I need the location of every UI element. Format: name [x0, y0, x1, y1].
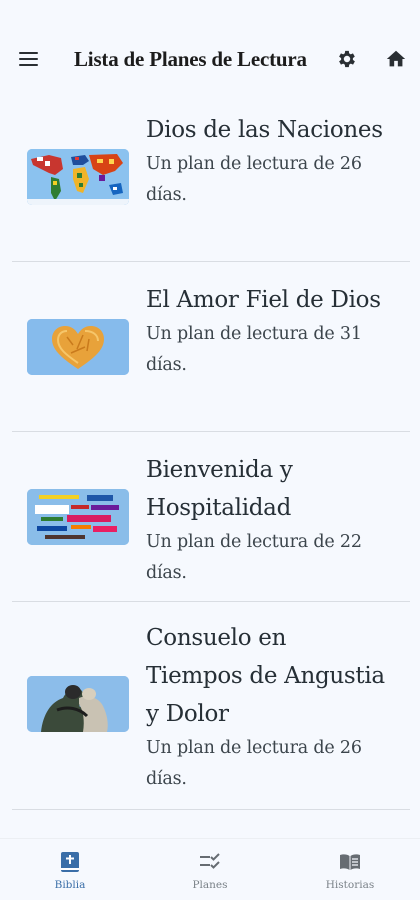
nav-label: Historias	[325, 879, 375, 891]
menu-icon	[19, 52, 38, 55]
menu-button[interactable]	[14, 44, 44, 74]
nav-label: Biblia	[54, 879, 86, 891]
home-button[interactable]	[381, 44, 411, 74]
plan-text: Bienvenida y Hospitalidad Un plan de lec…	[146, 451, 386, 589]
plan-thumbnail-world-map	[27, 149, 129, 205]
nav-planes[interactable]: Planes	[160, 839, 260, 900]
nav-biblia[interactable]: Biblia	[20, 839, 120, 900]
plan-title: El Amor Fiel de Dios	[146, 287, 381, 313]
plan-title: Consuelo en Tiempos de Angustia y Dolor	[146, 625, 385, 727]
menu-icon-line	[19, 58, 38, 61]
plan-item-consuelo-en-tiempos[interactable]: Consuelo en Tiempos de Angustia y Dolor …	[12, 602, 410, 810]
nav-label: Planes	[192, 879, 228, 891]
plan-title: Bienvenida y Hospitalidad	[146, 457, 293, 521]
bible-icon	[61, 852, 79, 872]
world-map-image	[27, 149, 129, 205]
home-icon	[386, 50, 406, 67]
gear-icon	[339, 50, 355, 68]
menu-icon-line	[19, 64, 38, 67]
embrace-illustration-image	[27, 676, 129, 732]
page-title: Lista de Planes de Lectura	[74, 47, 307, 71]
plan-item-dios-de-las-naciones[interactable]: Dios de las Naciones Un plan de lectura …	[12, 92, 410, 262]
plan-list: Dios de las Naciones Un plan de lectura …	[12, 92, 410, 810]
plan-thumbnail-heart	[27, 319, 129, 375]
plan-text: Consuelo en Tiempos de Angustia y Dolor …	[146, 619, 386, 795]
checklist-icon	[200, 853, 220, 869]
bottom-navigation: Biblia Planes Historias	[0, 838, 420, 900]
plan-thumbnail-embrace	[27, 676, 129, 732]
welcome-word-cloud-image	[27, 489, 129, 545]
plan-item-el-amor-fiel-de-dios[interactable]: El Amor Fiel de Dios Un plan de lectura …	[12, 262, 410, 432]
plan-text: Dios de las Naciones Un plan de lectura …	[146, 111, 386, 211]
golden-heart-image	[27, 319, 129, 375]
plan-text: El Amor Fiel de Dios Un plan de lectura …	[146, 281, 386, 381]
plan-description: Un plan de lectura de 31 días.	[146, 324, 362, 375]
plan-item-bienvenida-y-hospitalidad[interactable]: Bienvenida y Hospitalidad Un plan de lec…	[12, 432, 410, 602]
open-book-icon	[340, 854, 360, 870]
plan-description: Un plan de lectura de 22 días.	[146, 532, 362, 583]
nav-historias[interactable]: Historias	[300, 839, 400, 900]
plan-description: Un plan de lectura de 26 días.	[146, 738, 362, 789]
settings-button[interactable]	[332, 44, 362, 74]
plan-thumbnail-word-cloud	[27, 489, 129, 545]
plan-description: Un plan de lectura de 26 días.	[146, 154, 362, 205]
plan-title: Dios de las Naciones	[146, 117, 383, 143]
